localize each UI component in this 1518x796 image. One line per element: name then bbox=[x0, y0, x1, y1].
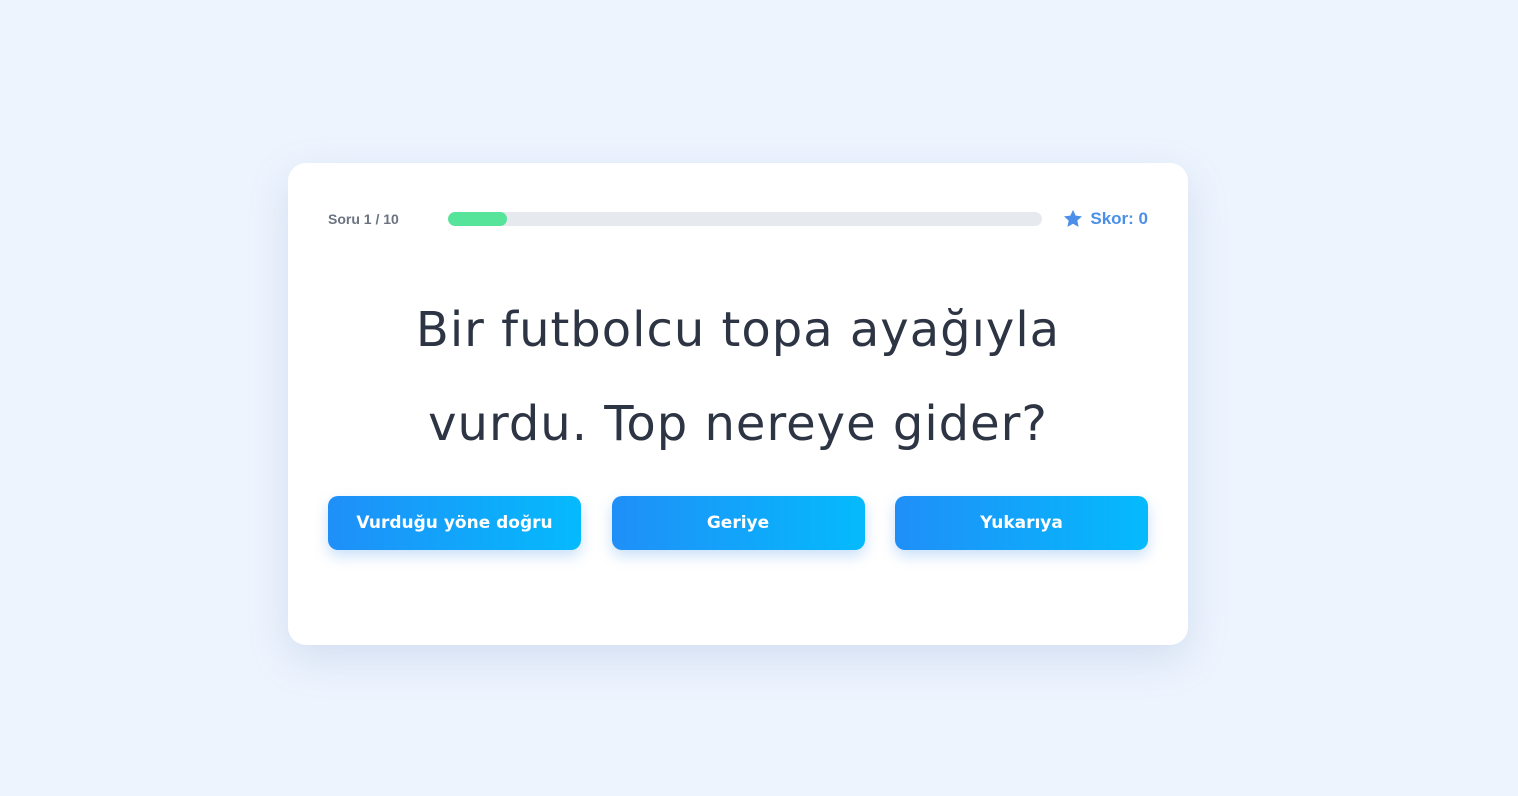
score-display: Skor: 0 bbox=[1062, 208, 1148, 230]
star-icon bbox=[1064, 209, 1083, 227]
score-label: Skor: 0 bbox=[1090, 209, 1148, 228]
progress-bar bbox=[448, 212, 1043, 226]
quiz-card: Soru 1 / 10 Skor: 0 Bir futbolcu topa ay… bbox=[288, 163, 1188, 645]
question-text-container: Bir futbolcu topa ayağıyla vurdu. Top ne… bbox=[328, 283, 1148, 471]
quiz-header: Soru 1 / 10 Skor: 0 bbox=[328, 209, 1148, 229]
answer-options: Vurduğu yöne doğru Geriye Yukarıya bbox=[328, 496, 1148, 550]
progress-fill bbox=[448, 212, 508, 226]
question-counter: Soru 1 / 10 bbox=[328, 211, 399, 227]
question-text: Bir futbolcu topa ayağıyla vurdu. Top ne… bbox=[415, 302, 1061, 452]
answer-button-1[interactable]: Vurduğu yöne doğru bbox=[328, 496, 581, 550]
answer-button-3[interactable]: Yukarıya bbox=[895, 496, 1148, 550]
answer-button-2[interactable]: Geriye bbox=[611, 496, 865, 550]
